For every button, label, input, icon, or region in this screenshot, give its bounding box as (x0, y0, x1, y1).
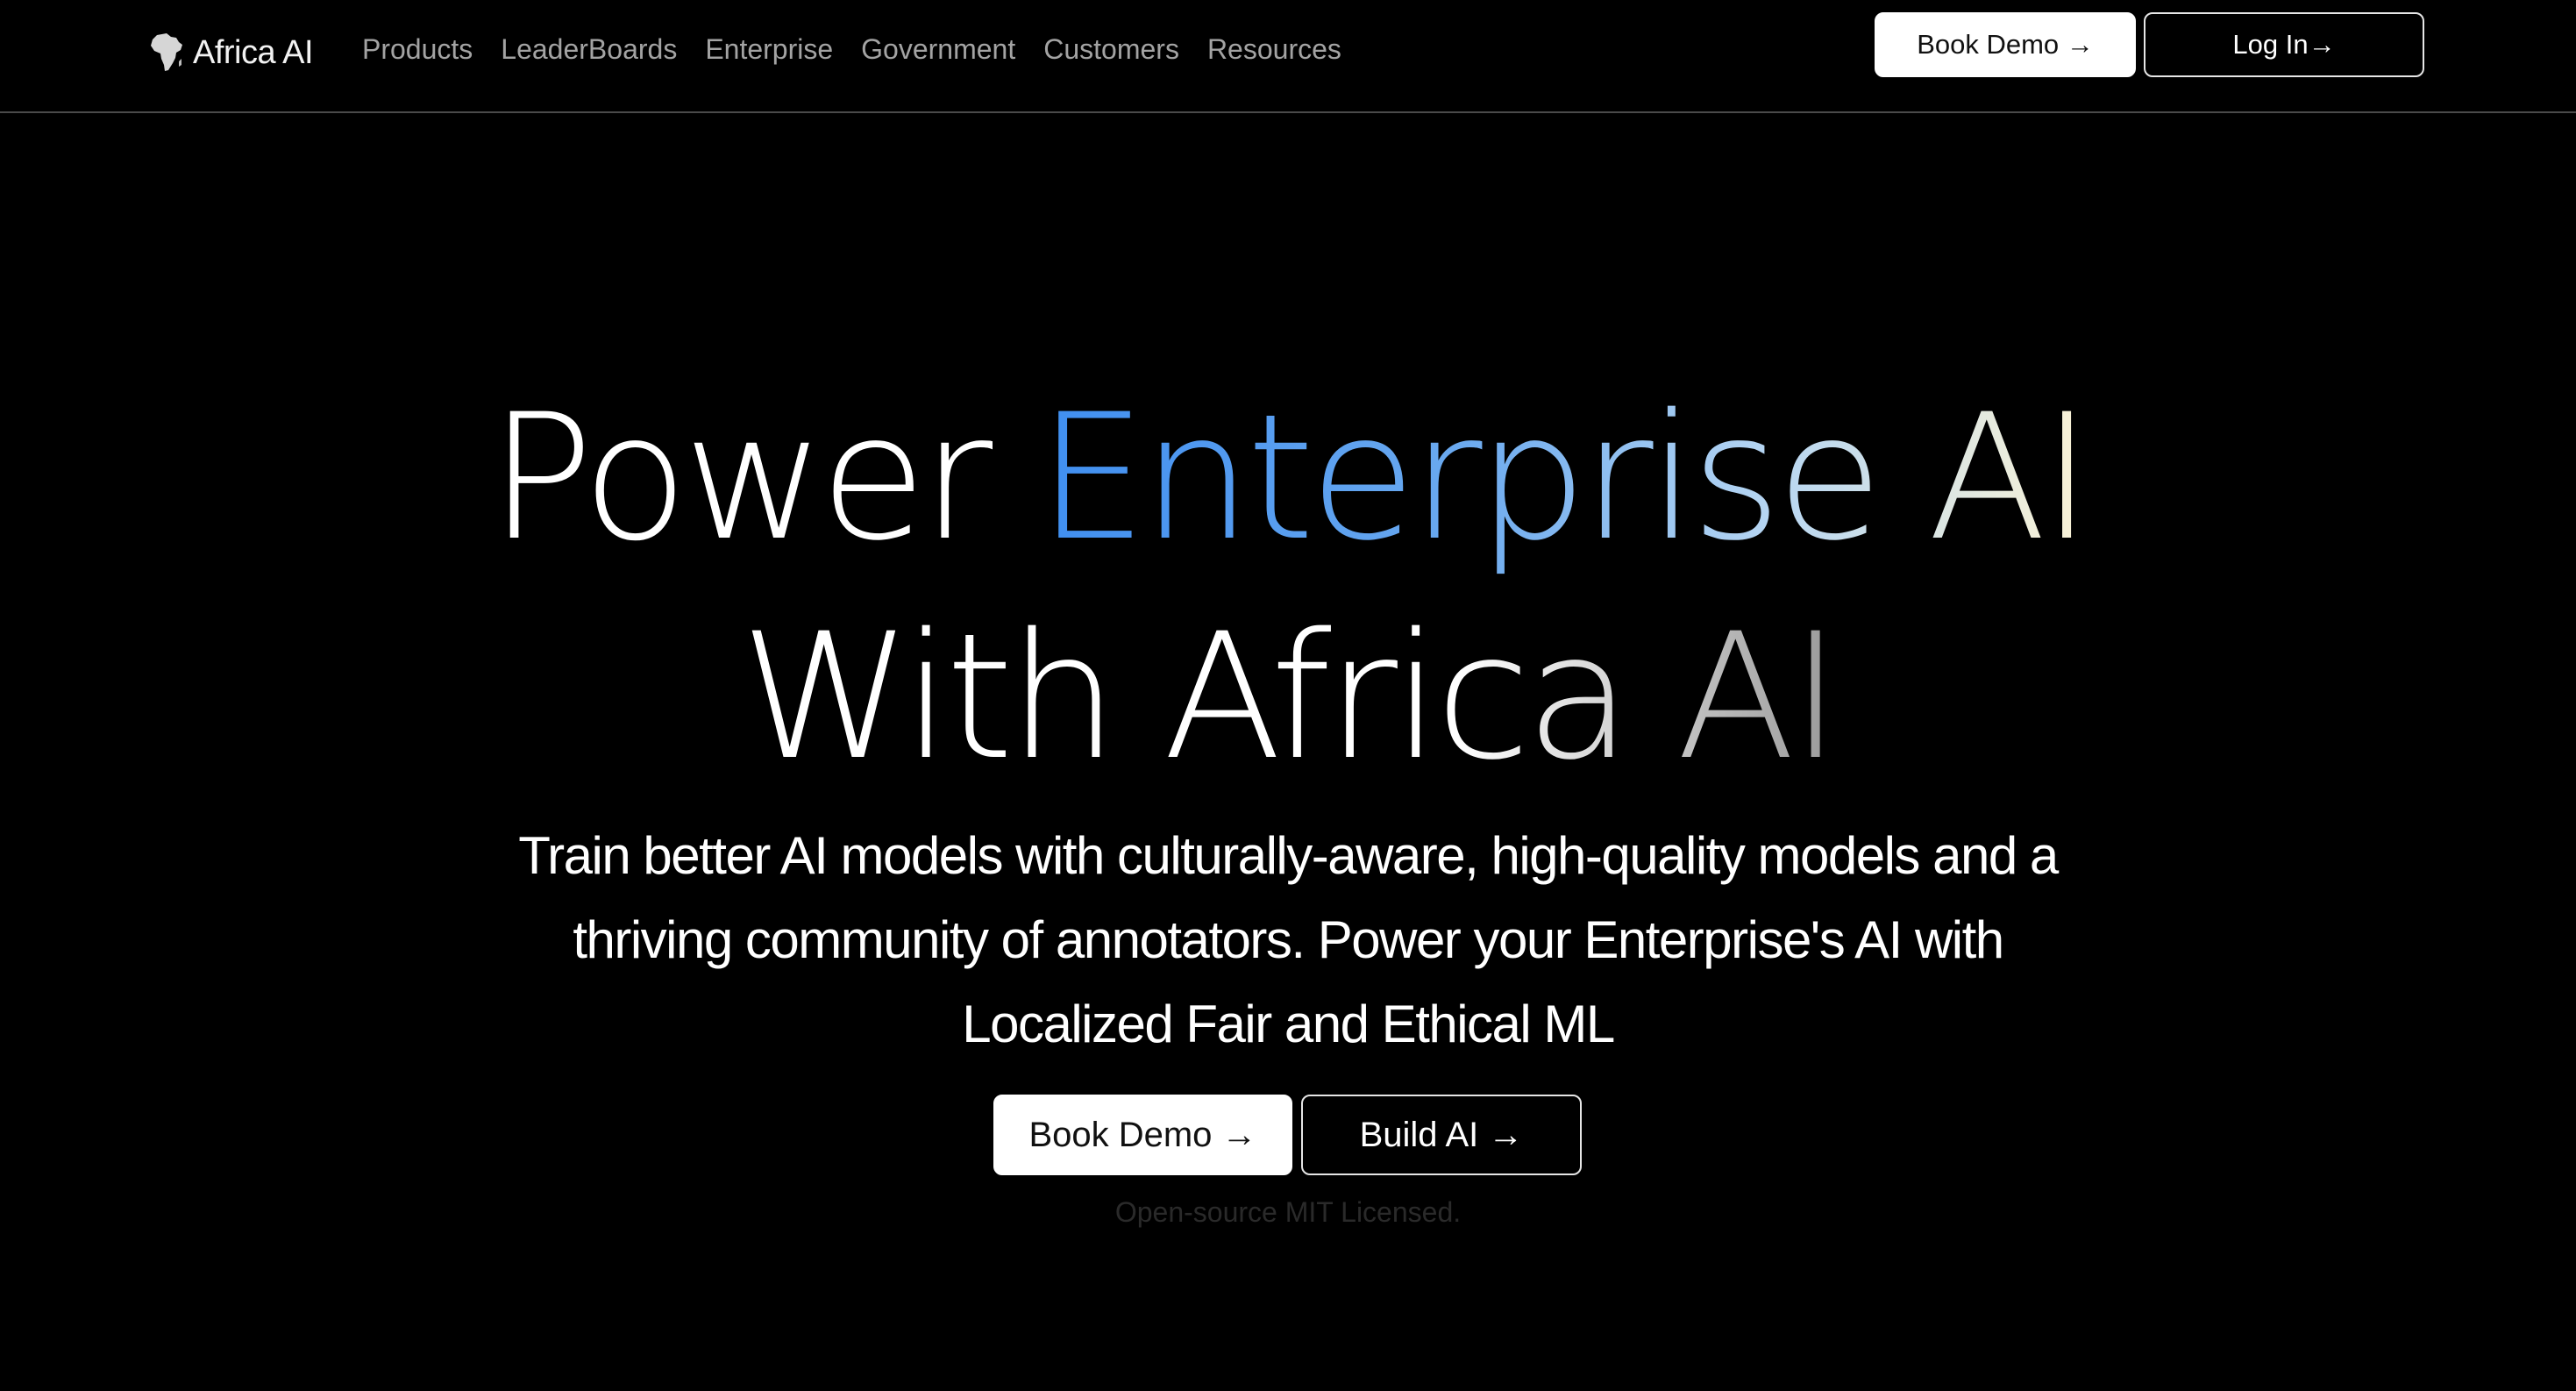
hero-book-demo-button[interactable]: Book Demo → (993, 1095, 1292, 1175)
nav-log-in-button[interactable]: Log In→ (2144, 12, 2424, 77)
africa-continent-icon (149, 32, 184, 73)
hero-subtitle: Train better AI models with culturally-a… (518, 826, 2059, 1053)
hero-title-highlight: Enterprise AI (1037, 376, 2092, 579)
nav-actions: Book Demo → Log In→ (1875, 12, 2424, 77)
hero-actions: Book Demo → Build AI → (993, 1095, 1582, 1175)
nav-products[interactable]: Products (362, 33, 473, 66)
top-navbar: Africa AI Products LeaderBoards Enterpri… (0, 0, 2576, 113)
brand-name: Africa AI (193, 33, 314, 71)
nav-resources[interactable]: Resources (1207, 33, 1341, 66)
hero-title-africa-ai: With Africa AI (740, 596, 1841, 798)
nav-leaderboards[interactable]: LeaderBoards (501, 33, 677, 66)
nav-government[interactable]: Government (861, 33, 1015, 66)
nav-enterprise[interactable]: Enterprise (705, 33, 833, 66)
hero-title-line-1: Power Enterprise AI (0, 377, 2576, 579)
brand-logo-link[interactable]: Africa AI (149, 30, 314, 75)
hero-title-line-2: With Africa AI (0, 596, 2576, 798)
main-nav: Products LeaderBoards Enterprise Governm… (362, 33, 1341, 66)
license-note: Open-source MIT Licensed. (1114, 1196, 1462, 1228)
hero-title-power: Power (488, 376, 993, 579)
hero-build-ai-button[interactable]: Build AI → (1301, 1095, 1582, 1175)
nav-book-demo-button[interactable]: Book Demo → (1875, 12, 2136, 77)
nav-customers[interactable]: Customers (1043, 33, 1179, 66)
